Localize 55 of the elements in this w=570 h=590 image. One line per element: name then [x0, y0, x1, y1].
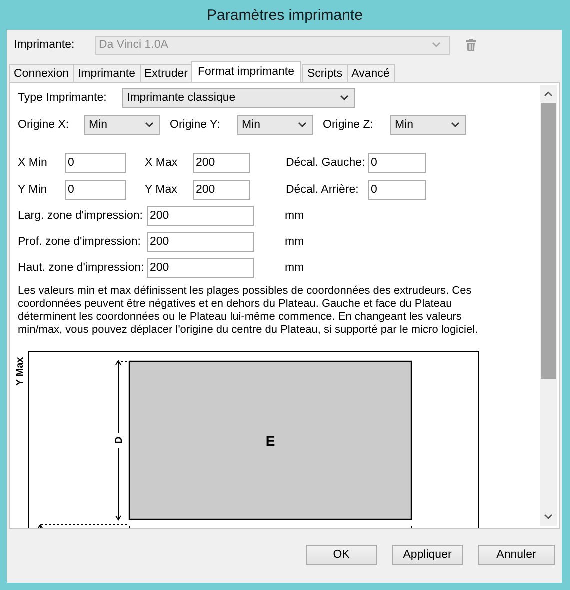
- input-field[interactable]: 0: [368, 153, 426, 173]
- guide-line: [120, 361, 130, 362]
- dimension-label: Larg. zone d'impression:: [18, 210, 144, 222]
- window-title: Paramètres imprimante: [207, 6, 363, 24]
- axis-label: Y Max: [15, 357, 26, 386]
- origin-dropdown[interactable]: Min: [84, 115, 160, 135]
- input-field[interactable]: 200: [147, 206, 254, 226]
- printer-label: Imprimante:: [14, 39, 76, 51]
- tab[interactable]: Avancé: [346, 64, 395, 82]
- input-field[interactable]: 0: [368, 180, 426, 200]
- origin-label: Origine X:: [18, 119, 70, 131]
- coordinate-label: Y Max: [145, 184, 178, 196]
- input-field[interactable]: 0: [65, 153, 126, 173]
- chevron-icon: [432, 42, 441, 48]
- chevron-icon: [451, 122, 460, 128]
- input-field[interactable]: 200: [193, 180, 250, 200]
- scrollbar[interactable]: [540, 85, 557, 526]
- dialog-button[interactable]: Appliquer: [392, 545, 463, 565]
- origin-dropdown[interactable]: Min: [237, 115, 313, 135]
- origin-dropdown[interactable]: Min: [390, 115, 466, 135]
- chevron-icon: [298, 122, 307, 128]
- input-field[interactable]: 200: [193, 153, 250, 173]
- dimension-label: Haut. zone d'impression:: [18, 262, 146, 274]
- type-label: Type Imprimante:: [18, 92, 108, 104]
- input-field[interactable]: 200: [147, 232, 254, 252]
- area-label: E: [266, 433, 276, 449]
- tab[interactable]: Imprimante: [72, 64, 141, 82]
- dialog-button[interactable]: OK: [306, 545, 377, 565]
- coordinate-label: X Max: [145, 157, 179, 169]
- origin-label: Origine Z:: [323, 119, 374, 131]
- origin-label: Origine Y:: [170, 119, 222, 131]
- tab[interactable]: Format imprimante: [190, 61, 302, 82]
- tab[interactable]: Scripts: [302, 64, 348, 82]
- coordinate-label: Décal. Gauche:: [286, 157, 366, 169]
- input-field[interactable]: 0: [65, 180, 126, 200]
- printer-type-dropdown[interactable]: Imprimante classique: [122, 88, 355, 108]
- scroll-thumb[interactable]: [541, 103, 556, 379]
- unit-label: mm: [285, 262, 304, 274]
- unit-label: mm: [285, 210, 304, 222]
- chevron-icon: [145, 122, 154, 128]
- scroll-up-icon[interactable]: [544, 91, 553, 97]
- tab[interactable]: Connexion: [9, 64, 74, 82]
- chevron-icon: [340, 95, 349, 101]
- unit-label: mm: [285, 236, 304, 248]
- depth-label: D: [114, 436, 125, 444]
- coordinate-label: Décal. Arrière:: [286, 184, 360, 196]
- offset-arrow: [38, 524, 44, 528]
- trash-icon[interactable]: [466, 39, 476, 51]
- input-field[interactable]: 200: [147, 258, 254, 278]
- dialog-button[interactable]: Annuler: [478, 545, 555, 565]
- dimension-label: Prof. zone d'impression:: [18, 236, 142, 248]
- coordinate-label: X Min: [18, 157, 48, 169]
- coordinate-label: Y Min: [18, 184, 48, 196]
- scroll-down-icon[interactable]: [544, 514, 553, 520]
- description-text: Les valeurs min et max définissent les plages possibles de coordonnées des extrudeurs. Ces coordonnées peuvent être négatives et en dehors du Plateau. Gauche et face du Plateau déterminent les coordonnées ou le Plateau lui-même commence. En changeant les valeurs min/max, vous pouvez déplacer l'origine du centre du Plateau, si supporté par le micro logiciel.: [18, 285, 480, 337]
